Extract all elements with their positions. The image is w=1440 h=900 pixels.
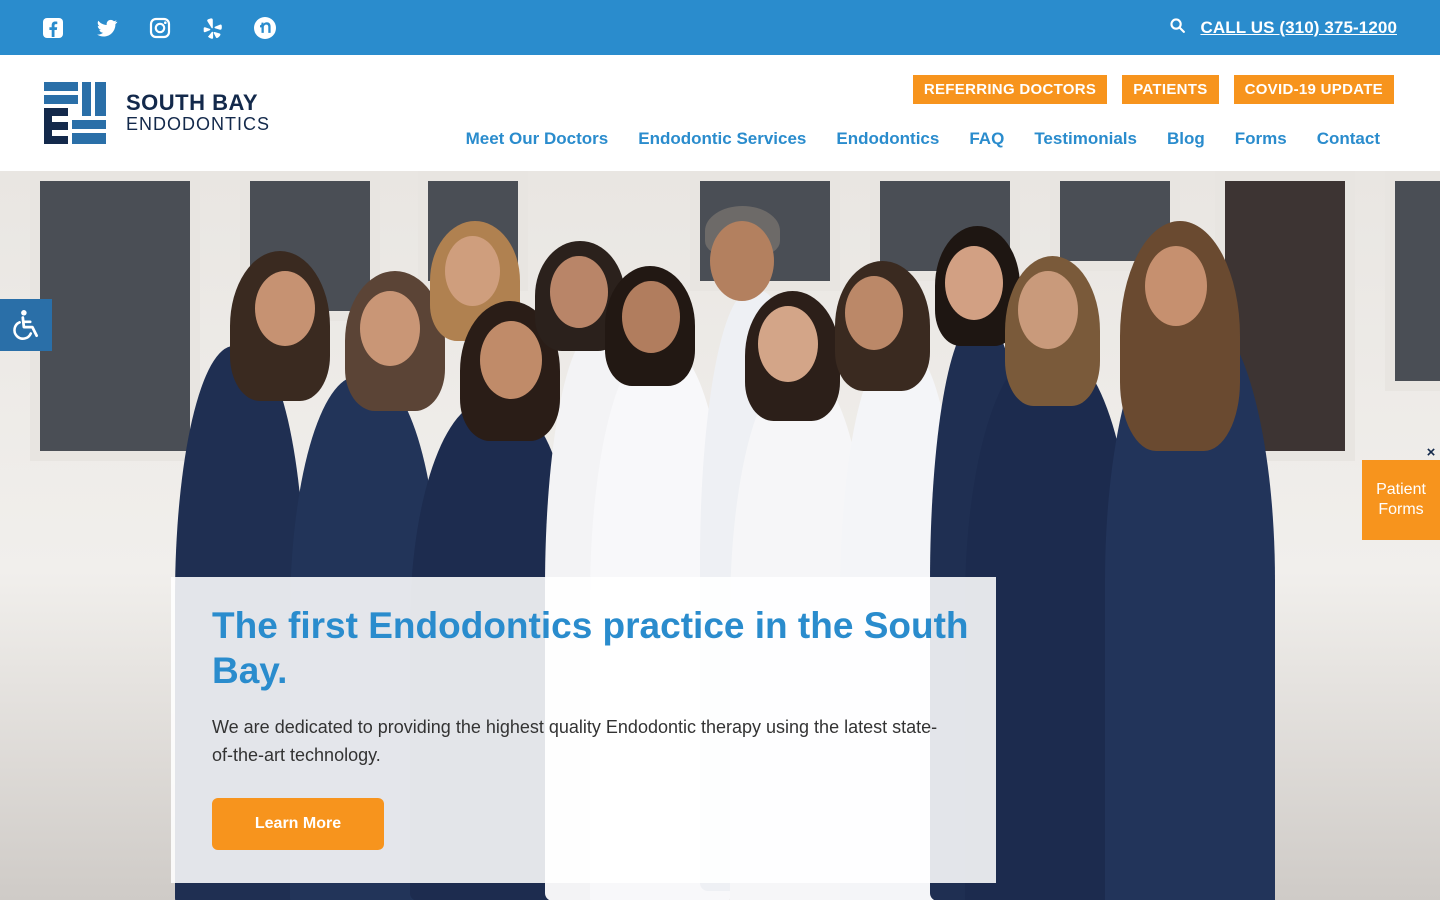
patients-button[interactable]: PATIENTS [1122, 75, 1219, 104]
nav-testimonials[interactable]: Testimonials [1034, 129, 1137, 149]
patient-forms-label-2: Forms [1378, 501, 1424, 518]
hero-photo-face [845, 276, 903, 350]
nextdoor-icon[interactable] [250, 0, 280, 55]
hero-card: The first Endodontics practice in the So… [171, 577, 996, 883]
hero-photo-face [360, 291, 420, 366]
nav-meet-our-doctors[interactable]: Meet Our Doctors [466, 129, 609, 149]
nav-contact[interactable]: Contact [1317, 129, 1380, 149]
covid-update-button[interactable]: COVID-19 UPDATE [1233, 75, 1394, 104]
hero-photo-face [1145, 246, 1207, 326]
nav-endodontics[interactable]: Endodontics [836, 129, 939, 149]
instagram-icon[interactable] [145, 0, 175, 55]
yelp-icon[interactable] [197, 0, 227, 55]
hero-photo-face [255, 271, 315, 346]
main-nav: Meet Our Doctors Endodontic Services End… [466, 129, 1380, 149]
hero-banner: The first Endodontics practice in the So… [0, 171, 1440, 900]
hero-photo-face [1018, 271, 1078, 349]
hero-photo-face [710, 221, 774, 301]
nav-faq[interactable]: FAQ [969, 129, 1004, 149]
hero-photo-face [480, 321, 542, 399]
hero-title: The first Endodontics practice in the So… [212, 605, 969, 691]
facebook-icon[interactable] [38, 0, 68, 55]
nav-endodontic-services[interactable]: Endodontic Services [638, 129, 806, 149]
hero-description: We are dedicated to providing the highes… [212, 717, 938, 765]
patient-forms-label-1: Patient [1376, 481, 1426, 498]
search-icon[interactable] [1169, 17, 1186, 39]
call-us-link[interactable]: CALL US (310) 375-1200 [1200, 18, 1397, 38]
patient-forms-tab[interactable]: Patient Forms [1362, 460, 1440, 540]
site-logo[interactable]: SOUTH BAY ENDODONTICS [44, 82, 270, 144]
site-header: SOUTH BAY ENDODONTICS REFERRING DOCTORS … [0, 55, 1440, 171]
hero-photo-face [622, 281, 680, 353]
twitter-icon[interactable] [92, 0, 122, 55]
hero-photo-window [30, 171, 200, 461]
hero-photo-face [445, 236, 500, 306]
nav-blog[interactable]: Blog [1167, 129, 1205, 149]
logo-mark-icon [44, 82, 106, 144]
close-icon[interactable]: × [1424, 445, 1438, 460]
utility-links: REFERRING DOCTORS PATIENTS COVID-19 UPDA… [912, 75, 1394, 104]
hero-photo-face [945, 246, 1003, 320]
referring-doctors-button[interactable]: REFERRING DOCTORS [912, 75, 1108, 104]
hero-photo-face [758, 306, 818, 382]
logo-line-1: SOUTH BAY [126, 90, 259, 115]
learn-more-button[interactable]: Learn More [212, 798, 384, 850]
nav-forms[interactable]: Forms [1235, 129, 1287, 149]
logo-line-2: ENDODONTICS [126, 114, 271, 134]
wheelchair-icon [13, 310, 39, 340]
accessibility-button[interactable] [0, 299, 52, 351]
hero-photo-window [1385, 171, 1440, 391]
hero-photo-face [550, 256, 608, 328]
top-bar: CALL US (310) 375-1200 [0, 0, 1440, 55]
